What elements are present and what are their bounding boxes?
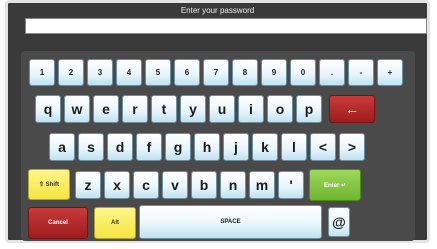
key-2[interactable]: 2 (58, 59, 84, 86)
key-u[interactable]: u (209, 95, 235, 123)
shift-button[interactable]: ⇧ Shift (28, 169, 70, 200)
key-plus[interactable]: + (377, 59, 403, 86)
key-m[interactable]: m (249, 171, 275, 199)
key-l[interactable]: l (281, 133, 307, 161)
key-j[interactable]: j (223, 133, 249, 161)
key-c[interactable]: c (133, 171, 159, 199)
key-b[interactable]: b (191, 171, 217, 199)
key-minus[interactable]: - (348, 59, 374, 86)
key-e[interactable]: e (93, 95, 119, 123)
key-at[interactable]: @ (328, 207, 350, 237)
key-0[interactable]: 0 (290, 59, 316, 86)
key-i[interactable]: i (238, 95, 264, 123)
key-n[interactable]: n (220, 171, 246, 199)
key-greater-than[interactable]: > (339, 133, 365, 161)
key-a[interactable]: a (49, 133, 75, 161)
key-period[interactable]: . (319, 59, 345, 86)
key-6[interactable]: 6 (174, 59, 200, 86)
key-5[interactable]: 5 (145, 59, 171, 86)
key-h[interactable]: h (194, 133, 220, 161)
key-d[interactable]: d (107, 133, 133, 161)
key-g[interactable]: g (165, 133, 191, 161)
key-w[interactable]: w (64, 95, 90, 123)
key-x[interactable]: x (104, 171, 130, 199)
key-less-than[interactable]: < (310, 133, 336, 161)
key-s[interactable]: s (78, 133, 104, 161)
key-p[interactable]: p (296, 95, 322, 123)
password-input[interactable] (25, 18, 427, 34)
key-y[interactable]: y (180, 95, 206, 123)
key-q[interactable]: q (35, 95, 61, 123)
key-apostrophe[interactable]: ' (278, 171, 304, 199)
key-k[interactable]: k (252, 133, 278, 161)
key-o[interactable]: o (267, 95, 293, 123)
key-9[interactable]: 9 (261, 59, 287, 86)
key-4[interactable]: 4 (116, 59, 142, 86)
alt-button[interactable]: Alt (94, 207, 136, 239)
backspace-button[interactable]: ← (329, 95, 375, 123)
password-prompt: Enter your password (180, 6, 255, 15)
key-1[interactable]: 1 (29, 59, 55, 86)
key-8[interactable]: 8 (232, 59, 258, 86)
key-t[interactable]: t (151, 95, 177, 123)
key-3[interactable]: 3 (87, 59, 113, 86)
key-z[interactable]: z (75, 171, 101, 199)
key-f[interactable]: f (136, 133, 162, 161)
key-7[interactable]: 7 (203, 59, 229, 86)
keyboard-panel: 1 2 3 4 5 6 7 8 9 0. - + q w e r t y u i o p ← a s d f g h j k l < > ⇧ Shi… (21, 51, 415, 241)
key-r[interactable]: r (122, 95, 148, 123)
space-bar[interactable]: SPACE (139, 205, 322, 239)
key-v[interactable]: v (162, 171, 188, 199)
cancel-button[interactable]: Cancel (28, 207, 88, 239)
enter-button[interactable]: Enter ↵ (309, 169, 361, 201)
